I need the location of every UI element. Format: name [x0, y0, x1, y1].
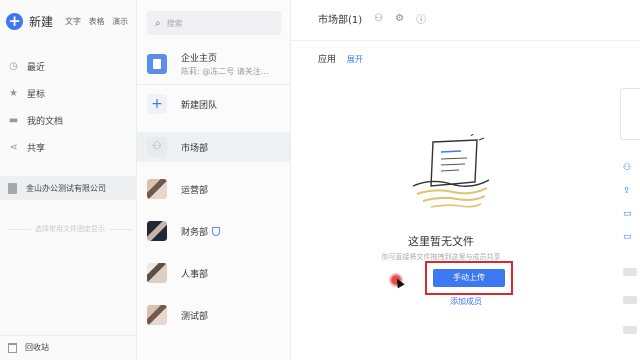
share-icon: ⋖: [9, 142, 18, 153]
search-icon: ⌕: [155, 17, 161, 29]
team-item-finance[interactable]: 财务部: [147, 221, 287, 241]
team-avatar: [147, 305, 167, 325]
right-card[interactable]: [620, 88, 640, 140]
trash-icon: [8, 342, 17, 353]
team-avatar: [147, 221, 167, 241]
upload-highlight-box: 手动上传: [425, 261, 513, 295]
nav-recent-label: 最近: [27, 63, 46, 73]
search-input[interactable]: 搜索: [167, 18, 183, 29]
members-icon[interactable]: ⚇: [374, 13, 383, 24]
new-plus-icon[interactable]: +: [6, 13, 23, 30]
team-item-market[interactable]: ⚇ 市场部: [147, 137, 287, 157]
enterprise-subtitle: 陈莉: @冻二号 请关注...: [181, 67, 269, 76]
star-icon: ★: [9, 88, 18, 99]
clock-icon: ◷: [9, 61, 18, 72]
team-label: 财务部: [181, 227, 209, 238]
gear-icon[interactable]: ⚙: [395, 13, 404, 24]
team-header: 市场部(1) ⚇ ⚙ ⓘ: [318, 11, 438, 26]
placeholder-bar: [623, 268, 637, 276]
divider: [137, 84, 291, 85]
apps-row: 应用 展开: [318, 52, 363, 65]
new-sheet-link[interactable]: 表格: [89, 17, 105, 26]
shield-icon: [212, 226, 221, 236]
team-label: 市场部: [181, 143, 209, 154]
team-item-hr[interactable]: 人事部: [147, 263, 287, 283]
plus-icon: +: [147, 94, 167, 114]
apps-expand-link[interactable]: 展开: [347, 55, 363, 64]
file-icon[interactable]: ▭: [623, 209, 632, 219]
nav-shared[interactable]: ⋖ 共享: [8, 141, 45, 154]
folder-upload-icon[interactable]: ▭: [623, 232, 632, 242]
new-types: 文字 表格 演示: [65, 16, 133, 27]
nav-starred[interactable]: ★ 星标: [8, 87, 45, 100]
pinned-hint: 选择常用文件固定显示: [8, 224, 132, 234]
team-item-test[interactable]: 测试部: [147, 305, 287, 325]
folder-icon: ▬: [8, 115, 19, 126]
divider: [291, 40, 640, 41]
nav-my-docs[interactable]: ▬ 我的文档: [8, 114, 63, 127]
nav-shared-label: 共享: [27, 144, 46, 154]
right-toolbar: ⚇ ⇪ ▭ ▭: [620, 0, 640, 360]
company-name: 金山办公测试有限公司: [26, 183, 106, 193]
search-box[interactable]: ⌕ 搜索: [147, 11, 281, 35]
page-title: 市场部(1): [318, 15, 363, 26]
upload-icon[interactable]: ⇪: [623, 186, 631, 196]
team-avatar: [147, 179, 167, 199]
enterprise-home[interactable]: 企业主页 陈莉: @冻二号 请关注...: [147, 51, 287, 77]
team-label: 测试部: [181, 311, 209, 322]
team-label: 人事部: [181, 269, 209, 280]
recycle-bin[interactable]: 回收站: [8, 342, 49, 353]
divider: [109, 228, 132, 230]
left-sidebar: + 新建 文字 表格 演示 ◷ 最近 ★ 星标 ▬ 我的文档 ⋖ 共享 金山办公…: [0, 0, 137, 360]
divider: [0, 335, 137, 336]
team-label: 运营部: [181, 185, 209, 196]
new-slides-link[interactable]: 演示: [112, 17, 128, 26]
divider: [8, 228, 31, 230]
team-avatar: [147, 263, 167, 283]
add-user-icon[interactable]: ⚇: [623, 163, 631, 173]
new-team-item[interactable]: + 新建团队: [147, 94, 287, 114]
new-doc-link[interactable]: 文字: [65, 17, 81, 26]
manual-upload-button[interactable]: 手动上传: [433, 269, 505, 287]
people-icon: ⚇: [147, 137, 167, 157]
nav-starred-label: 星标: [27, 90, 46, 100]
empty-folder-illustration: [412, 134, 490, 208]
main-panel: 市场部(1) ⚇ ⚙ ⓘ 应用 展开 这里暂无文件 你可直接将文件拖拽到这里与成…: [291, 0, 640, 360]
help-icon[interactable]: ⓘ: [416, 11, 426, 26]
team-list-panel: ⌕ 搜索 企业主页 陈莉: @冻二号 请关注... + 新建团队 ⚇ 市场部 运…: [137, 0, 291, 360]
new-row: + 新建 文字 表格 演示: [6, 13, 133, 30]
nav-my-docs-label: 我的文档: [27, 117, 64, 127]
placeholder-bar: [623, 326, 637, 334]
apps-label: 应用: [318, 55, 337, 65]
recycle-label: 回收站: [25, 343, 49, 352]
building-icon: [8, 182, 17, 194]
team-label: 新建团队: [181, 100, 218, 111]
company-item[interactable]: 金山办公测试有限公司: [0, 176, 137, 200]
nav-recent[interactable]: ◷ 最近: [8, 60, 45, 73]
placeholder-bar: [623, 296, 637, 304]
add-member-link[interactable]: 添加成员: [291, 296, 640, 307]
enterprise-title: 企业主页: [181, 54, 218, 64]
new-button[interactable]: 新建: [29, 13, 53, 30]
enterprise-icon: [147, 54, 167, 74]
pinned-hint-text: 选择常用文件固定显示: [35, 225, 105, 233]
empty-title: 这里暂无文件: [408, 235, 474, 248]
team-item-operations[interactable]: 运营部: [147, 179, 287, 199]
